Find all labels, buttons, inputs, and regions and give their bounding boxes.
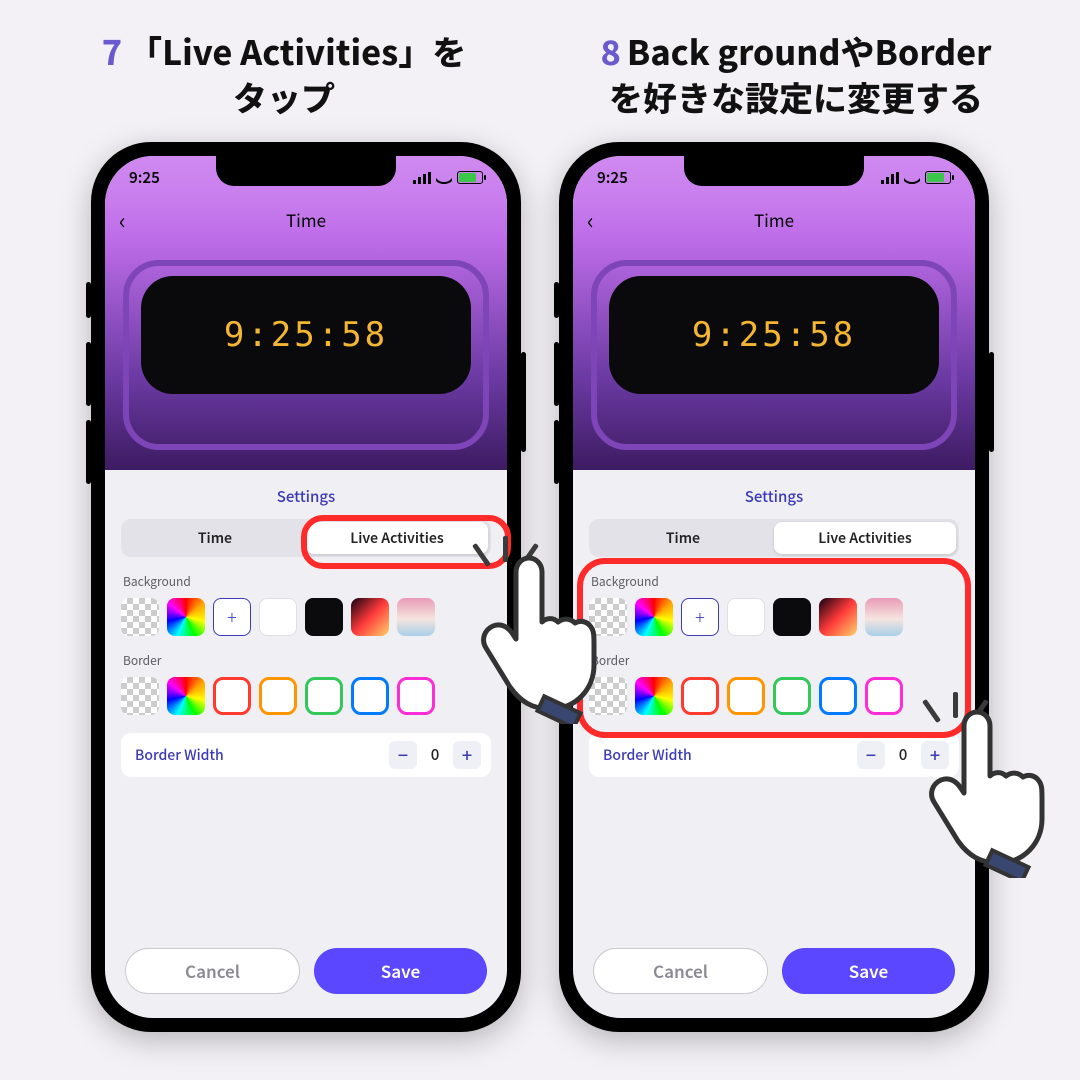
step-number: 8 [601,26,621,75]
stepper-minus[interactable]: − [389,741,417,769]
border-swatch-green[interactable] [305,677,343,715]
caption-text: Back groundやBorder [627,26,992,75]
border-swatch-red[interactable] [213,677,251,715]
bg-swatch-white[interactable] [727,598,765,636]
bg-swatch-gradient-warm[interactable] [819,598,857,636]
bg-swatch-transparent[interactable] [121,598,159,636]
footer-buttons: Cancel Save [573,938,975,1018]
border-width-label: Border Width [603,745,692,765]
border-width-label: Border Width [135,745,224,765]
border-label: Border [591,652,959,669]
stepper-value: 0 [421,744,449,765]
tab-live-activities[interactable]: Live Activities [774,522,956,554]
bg-swatch-rainbow[interactable] [167,598,205,636]
cancel-button[interactable]: Cancel [125,948,300,994]
caption-step-7: 7「Live Activities」を タップ [40,28,528,120]
stepper-plus[interactable]: + [453,741,481,769]
phone-notch [684,156,864,186]
border-swatch-orange[interactable] [727,677,765,715]
segmented-control: Time Live Activities [121,519,491,557]
border-swatches [121,677,491,715]
border-swatch-magenta[interactable] [865,677,903,715]
step-number: 7 [102,26,122,75]
clock-text: 9:25:58 [224,315,388,355]
bg-swatch-gradient-pastel[interactable] [397,598,435,636]
signal-icon [413,172,431,184]
tab-live-activities[interactable]: Live Activities [306,522,488,554]
nav-title: Time [754,207,794,232]
clock-preview: 9:25:58 [141,276,471,394]
border-swatch-red[interactable] [681,677,719,715]
bg-swatch-black[interactable] [773,598,811,636]
preview-area: 9:25:58 [573,240,975,470]
border-width-row: Border Width − 0 + [589,733,959,777]
footer-buttons: Cancel Save [105,938,507,1018]
border-swatch-rainbow[interactable] [635,677,673,715]
border-label: Border [123,652,491,669]
background-swatches: + [121,598,491,636]
clock-text: 9:25:58 [692,315,856,355]
background-label: Background [123,573,491,590]
border-swatch-magenta[interactable] [397,677,435,715]
nav-title: Time [286,207,326,232]
bg-swatch-gradient-pastel[interactable] [865,598,903,636]
border-width-row: Border Width − 0 + [121,733,491,777]
bg-swatch-add[interactable]: + [213,598,251,636]
signal-icon [881,172,899,184]
tab-time[interactable]: Time [592,522,774,554]
border-swatch-rainbow[interactable] [167,677,205,715]
cancel-button[interactable]: Cancel [593,948,768,994]
wifi-icon [436,172,452,184]
tab-time[interactable]: Time [124,522,306,554]
segmented-control: Time Live Activities [589,519,959,557]
clock-preview: 9:25:58 [609,276,939,394]
back-icon[interactable]: ‹ [119,204,126,236]
bg-swatch-black[interactable] [305,598,343,636]
status-time: 9:25 [597,167,628,188]
bg-swatch-add[interactable]: + [681,598,719,636]
background-swatches: + [589,598,959,636]
settings-title: Settings [121,486,491,507]
nav-bar: ‹ Time [573,200,975,240]
border-swatches [589,677,959,715]
phone-mockup-right: 9:25 ‹ Time 9:25:58 Settings [559,142,989,1032]
preview-area: 9:25:58 [105,240,507,470]
back-icon[interactable]: ‹ [587,204,594,236]
status-time: 9:25 [129,167,160,188]
bg-swatch-white[interactable] [259,598,297,636]
save-button[interactable]: Save [314,948,487,994]
save-button[interactable]: Save [782,948,955,994]
caption-step-8: 8Back groundやBorder を好きな設定に変更する [552,28,1040,120]
phone-notch [216,156,396,186]
pointing-hand-icon [461,554,611,724]
wifi-icon [904,172,920,184]
caption-text: タップ [233,72,335,121]
nav-bar: ‹ Time [105,200,507,240]
border-swatch-transparent[interactable] [121,677,159,715]
bg-swatch-gradient-warm[interactable] [351,598,389,636]
settings-title: Settings [589,486,959,507]
border-width-stepper: − 0 + [389,741,481,769]
background-label: Background [591,573,959,590]
caption-text: 「Live Activities」を [128,26,466,75]
border-swatch-orange[interactable] [259,677,297,715]
phone-mockup-left: 9:25 ‹ Time 9:25:58 Settings [91,142,521,1032]
battery-icon [457,171,483,184]
caption-text: を好きな設定に変更する [609,72,983,121]
stepper-minus[interactable]: − [857,741,885,769]
border-swatch-green[interactable] [773,677,811,715]
border-swatch-blue[interactable] [351,677,389,715]
battery-icon [925,171,951,184]
border-swatch-blue[interactable] [819,677,857,715]
bg-swatch-rainbow[interactable] [635,598,673,636]
pointing-hand-icon [909,708,1059,878]
